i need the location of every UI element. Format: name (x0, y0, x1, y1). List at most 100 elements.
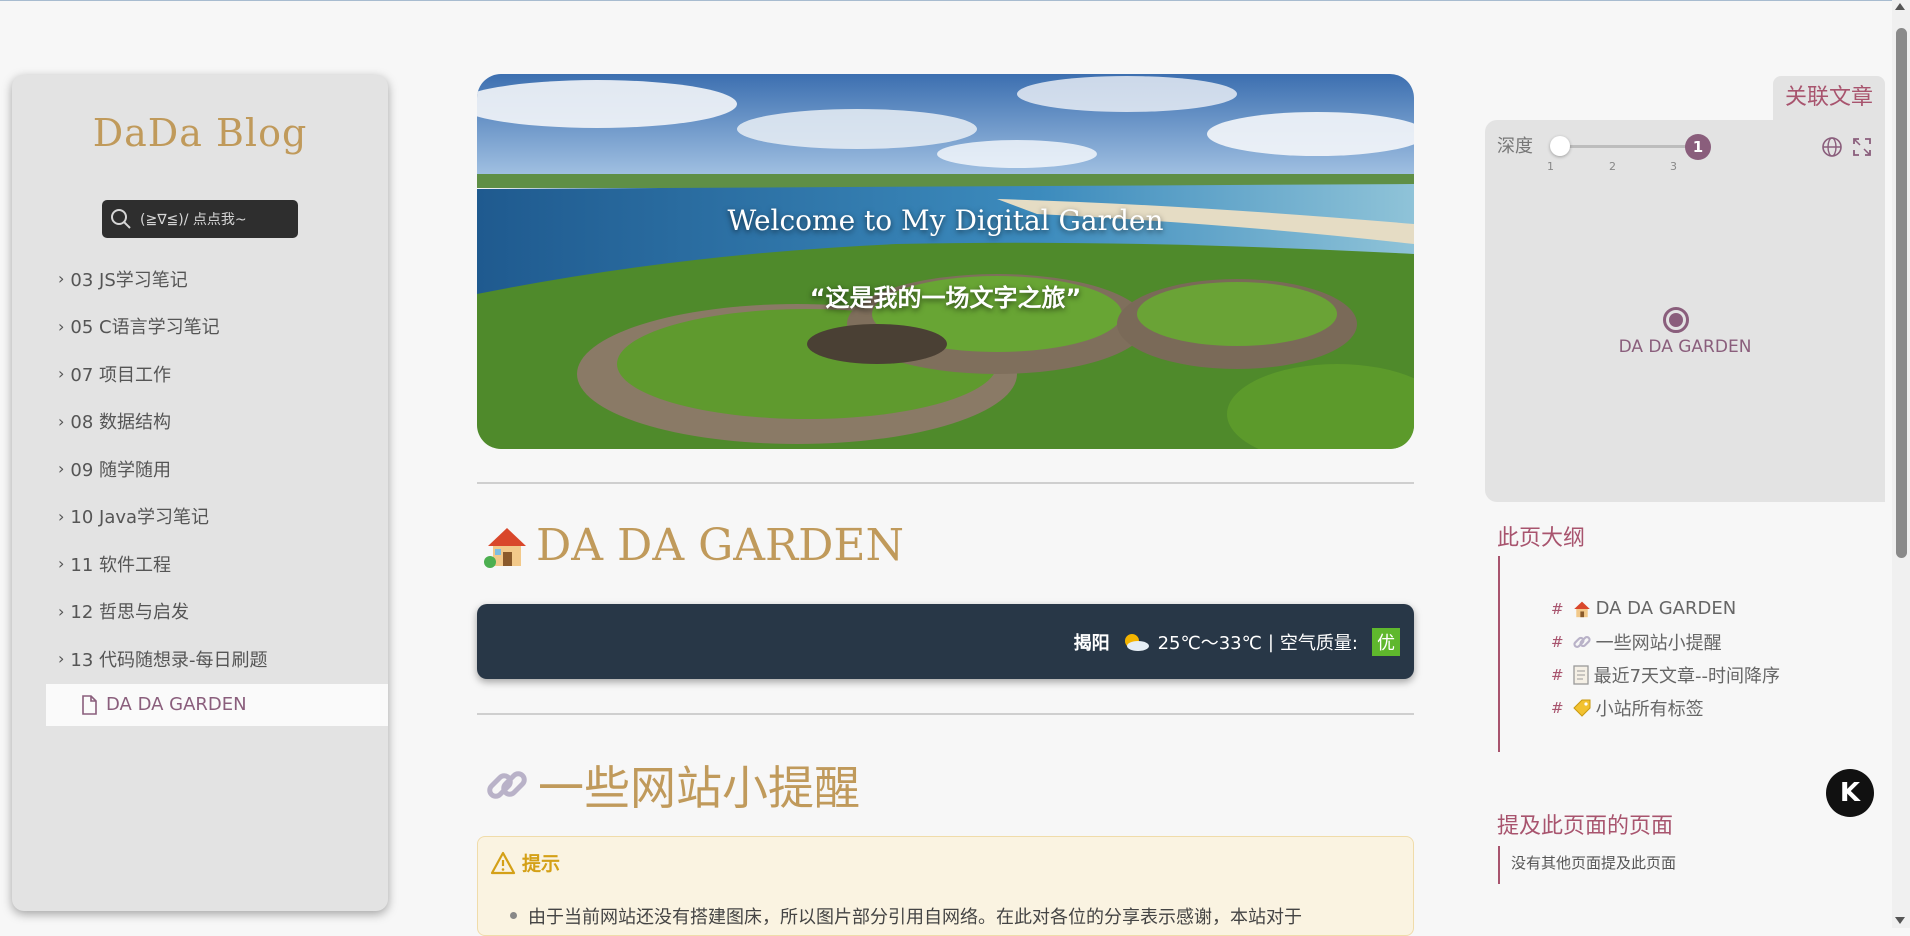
divider (477, 713, 1414, 715)
sidebar-folder-data-structures[interactable]: › 08 数据结构 (46, 398, 388, 446)
sidebar-nav: › 03 JS学习笔记 › 05 C语言学习笔记 › 07 项目工作 › 08 数据结构… (46, 255, 388, 726)
link-icon (1572, 635, 1591, 648)
page-title-text: DA DA GARDEN (536, 520, 905, 571)
bullet-dot (510, 912, 517, 919)
sidebar-item-label: 08 数据结构 (70, 412, 172, 434)
house-icon (1573, 601, 1590, 617)
section-heading: 一些网站小提醒 (484, 752, 860, 818)
divider (477, 482, 1414, 484)
chevron-right-icon: › (58, 459, 65, 479)
toc-item-garden[interactable]: # DA DA GARDEN (1551, 592, 1780, 625)
hero-title: Welcome to My Digital Garden (727, 204, 1164, 237)
weather-widget[interactable]: 揭阳 25℃～33℃ | 空气质量: 优 (477, 604, 1414, 679)
sidebar-folder-java[interactable]: › 10 Java学习笔记 (46, 493, 388, 541)
chevron-right-icon: › (58, 364, 65, 384)
weather-temp: 25℃～33℃ (1157, 633, 1262, 654)
expand-icon[interactable] (1851, 136, 1873, 158)
depth-tick: 2 (1609, 160, 1616, 173)
sidebar-folder-notes[interactable]: › 09 随学随用 (46, 445, 388, 493)
window-top-edge (0, 0, 1910, 1)
sidebar-folder-js[interactable]: › 03 JS学习笔记 (46, 255, 388, 303)
search-icon (111, 209, 131, 229)
house-icon (484, 527, 526, 568)
chevron-right-icon: › (58, 554, 65, 574)
sidebar-folder-leetcode[interactable]: › 13 代码随想录-每日刷题 (46, 635, 388, 683)
hero-landscape-image (477, 74, 1414, 449)
chevron-right-icon: › (58, 269, 65, 289)
depth-label: 深度 (1497, 136, 1533, 157)
toc-list: # DA DA GARDEN # 一些网站小提醒 # 最近7天文章--时间降序 … (1551, 592, 1780, 724)
search-button-label: (≧∇≦)/ 点点我~ (140, 212, 247, 228)
weather-aqi-label: 空气质量: (1279, 633, 1358, 654)
graph-node-label: DA DA GARDEN (1618, 337, 1752, 357)
backlinks-title: 提及此页面的页面 (1497, 814, 1674, 839)
graph-node[interactable] (1669, 313, 1683, 327)
toc-item-label: 最近7天文章--时间降序 (1593, 665, 1781, 687)
backlinks-empty-text: 没有其他页面提及此页面 (1511, 854, 1677, 872)
search-button[interactable]: (≧∇≦)/ 点点我~ (102, 200, 298, 238)
depth-slider-handle[interactable] (1550, 136, 1570, 156)
sidebar-folder-c[interactable]: › 05 C语言学习笔记 (46, 303, 388, 351)
sidebar-item-label: 13 代码随想录-每日刷题 (70, 649, 268, 671)
related-articles-tab[interactable]: 关联文章 (1773, 76, 1885, 120)
toc-item-tags[interactable]: # 小站所有标签 (1551, 691, 1780, 724)
toc-item-recent[interactable]: # 最近7天文章--时间降序 (1551, 658, 1780, 691)
page-title: DA DA GARDEN (484, 520, 904, 571)
toc-rail (1498, 556, 1500, 752)
depth-value-badge: 1 (1685, 134, 1711, 160)
callout-text: 由于当前网站还没有搭建图床，所以图片部分引用自网络。在此对各位的分享表示感谢，本… (528, 907, 1302, 928)
hash-icon: # (1551, 599, 1564, 618)
toc-item-label: DA DA GARDEN (1595, 598, 1737, 619)
tag-icon (1572, 699, 1591, 717)
tip-callout: 提示 由于当前网站还没有搭建图床，所以图片部分引用自网络。在此对各位的分享表示感… (477, 836, 1414, 936)
sidebar-item-label: 07 项目工作 (70, 364, 172, 386)
globe-icon[interactable] (1821, 136, 1843, 158)
weather-aqi-badge: 优 (1372, 628, 1400, 656)
sidebar-item-label: 11 软件工程 (70, 554, 172, 576)
section-heading-text: 一些网站小提醒 (538, 761, 860, 815)
chevron-right-icon: › (58, 601, 65, 621)
chevron-right-icon: › (58, 411, 65, 431)
document-icon (1572, 664, 1589, 685)
weather-content: 揭阳 25℃～33℃ | 空气质量: 优 (1074, 628, 1400, 656)
depth-tick: 3 (1670, 160, 1677, 173)
sidebar-item-label: 05 C语言学习笔记 (70, 317, 220, 339)
hash-icon: # (1551, 665, 1564, 684)
depth-slider-track[interactable] (1559, 145, 1695, 148)
scrollbar-thumb[interactable] (1896, 28, 1907, 558)
backlinks-rail (1498, 846, 1500, 884)
sidebar-item-active-page[interactable]: DA DA GARDEN (46, 683, 388, 726)
toc-item-label: 小站所有标签 (1595, 698, 1704, 720)
sun-cloud-icon (1124, 634, 1149, 651)
sidebar-folder-philosophy[interactable]: › 12 哲思与启发 (46, 588, 388, 636)
sidebar-item-label: 03 JS学习笔记 (70, 269, 188, 291)
sidebar-item-label: 09 随学随用 (70, 459, 172, 481)
callout-title: 提示 (490, 849, 560, 876)
chevron-right-icon: › (58, 649, 65, 669)
weather-separator: | (1267, 631, 1274, 653)
hash-icon: # (1551, 632, 1564, 651)
toc-item-reminders[interactable]: # 一些网站小提醒 (1551, 625, 1780, 658)
sidebar-folder-projects[interactable]: › 07 项目工作 (46, 350, 388, 398)
sidebar-item-label: 10 Java学习笔记 (70, 507, 210, 529)
sidebar-item-label: 12 哲思与启发 (70, 602, 190, 624)
sidebar-folder-software-eng[interactable]: › 11 软件工程 (46, 540, 388, 588)
scroll-up-arrow-icon[interactable] (1895, 3, 1905, 10)
toc-item-label: 一些网站小提醒 (1595, 632, 1722, 654)
callout-title-text: 提示 (522, 853, 561, 875)
page-scrollbar[interactable] (1892, 0, 1910, 928)
left-sidebar: DaDa Blog (≧∇≦)/ 点点我~ › 03 JS学习笔记 › 05 C语言… (12, 75, 388, 911)
file-icon (82, 694, 97, 715)
graph-view[interactable]: 深度 1 1 2 3 DA DA GARDEN (1485, 120, 1885, 502)
chevron-right-icon: › (58, 316, 65, 336)
weather-city: 揭阳 (1073, 633, 1110, 654)
graph-toolbar (1821, 136, 1873, 158)
floating-k-button[interactable]: K (1826, 769, 1874, 817)
chevron-right-icon: › (58, 506, 65, 526)
toc-title: 此页大纲 (1497, 526, 1586, 551)
depth-tick: 1 (1547, 160, 1554, 173)
scroll-down-arrow-icon[interactable] (1895, 917, 1905, 924)
site-brand[interactable]: DaDa Blog (12, 111, 388, 155)
hero-banner: Welcome to My Digital Garden “这是我的一场文字之旅… (477, 74, 1414, 449)
hash-icon: # (1551, 698, 1564, 717)
